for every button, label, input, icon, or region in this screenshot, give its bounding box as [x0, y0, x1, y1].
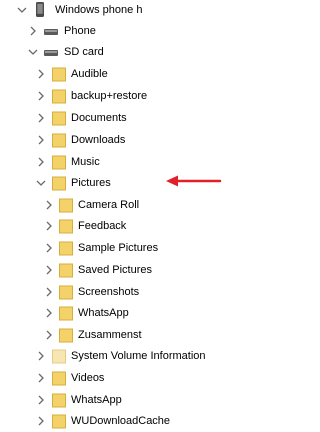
tree-item-audible[interactable]: Audible [0, 64, 242, 85]
tree-item-whatsapp-pictures[interactable]: WhatsApp [0, 303, 242, 324]
tree-item-sample-pictures[interactable]: Sample Pictures [0, 238, 242, 259]
chevron-right-icon[interactable] [44, 264, 54, 276]
tree-item-documents[interactable]: Documents [0, 108, 242, 129]
tree-item-label: Videos [71, 372, 105, 384]
folder-icon [52, 89, 66, 104]
drive-icon [44, 29, 58, 35]
tree-item-label: WhatsApp [71, 394, 122, 406]
chevron-right-icon[interactable] [28, 25, 38, 37]
tree-item-camera-roll[interactable]: Camera Roll [0, 195, 242, 216]
chevron-right-icon[interactable] [36, 372, 46, 384]
folder-icon [52, 111, 66, 126]
folder-icon [59, 198, 73, 213]
folder-icon [52, 393, 66, 408]
chevron-right-icon[interactable] [44, 286, 54, 298]
chevron-down-icon[interactable] [36, 177, 46, 189]
folder-icon [52, 414, 66, 429]
tree-item-phone[interactable]: Phone [0, 21, 242, 42]
tree-item-windows-phone[interactable]: Windows phone h [0, 0, 242, 21]
tree-item-label: Downloads [71, 134, 126, 146]
folder-icon [52, 176, 66, 191]
folder-light-icon [52, 349, 66, 364]
tree-item-label: Screenshots [78, 286, 140, 298]
tree-item-label: Sample Pictures [78, 242, 159, 254]
tree-item-label: Phone [64, 25, 96, 37]
tree-item-music[interactable]: Music [0, 152, 242, 173]
tree-item-system-volume-information[interactable]: System Volume Information [0, 346, 242, 367]
tree-item-sd-card[interactable]: SD card [0, 42, 242, 63]
folder-icon [59, 306, 73, 321]
tree-item-label: Saved Pictures [78, 264, 152, 276]
folder-icon [52, 67, 66, 82]
folder-icon [59, 263, 73, 278]
chevron-right-icon[interactable] [36, 134, 46, 146]
chevron-right-icon[interactable] [44, 329, 54, 341]
tree-item-wudownloadcache[interactable]: WUDownloadCache [0, 411, 242, 432]
tree-item-zusammenst[interactable]: Zusammenst [0, 325, 242, 346]
folder-icon [52, 371, 66, 386]
folder-icon [59, 241, 73, 256]
tree-item-saved-pictures[interactable]: Saved Pictures [0, 260, 242, 281]
tree-item-videos[interactable]: Videos [0, 368, 242, 389]
folder-icon [59, 219, 73, 234]
tree-item-label: WhatsApp [78, 307, 129, 319]
annotation-arrow-icon [166, 175, 222, 187]
folder-icon [59, 328, 73, 343]
tree-item-whatsapp[interactable]: WhatsApp [0, 390, 242, 411]
chevron-right-icon[interactable] [36, 112, 46, 124]
tree-item-label: Camera Roll [78, 199, 140, 211]
drive-icon [44, 50, 58, 56]
chevron-right-icon[interactable] [36, 156, 46, 168]
tree-item-label: Music [71, 156, 100, 168]
folder-icon [52, 155, 66, 170]
chevron-right-icon[interactable] [44, 242, 54, 254]
chevron-right-icon[interactable] [44, 220, 54, 232]
tree-item-label: System Volume Information [71, 350, 206, 362]
tree-item-feedback[interactable]: Feedback [0, 216, 242, 237]
tree-item-backup-restore[interactable]: backup+restore [0, 86, 242, 107]
tree-item-downloads[interactable]: Downloads [0, 130, 242, 151]
folder-icon [59, 285, 73, 300]
tree-item-label: Windows phone h [55, 4, 143, 16]
tree-item-screenshots[interactable]: Screenshots [0, 282, 242, 303]
chevron-down-icon[interactable] [17, 4, 27, 16]
tree-item-label: Documents [71, 112, 127, 124]
chevron-right-icon[interactable] [36, 394, 46, 406]
tree-item-label: Pictures [71, 177, 111, 189]
chevron-right-icon[interactable] [36, 68, 46, 80]
chevron-right-icon[interactable] [44, 307, 54, 319]
chevron-right-icon[interactable] [36, 415, 46, 427]
tree-item-label: Audible [71, 68, 108, 80]
tree-item-label: WUDownloadCache [71, 415, 171, 427]
phone-icon [36, 2, 44, 17]
navigation-tree: Windows phone h Phone SD card Audible ba… [0, 0, 242, 432]
tree-item-label: SD card [64, 46, 104, 58]
tree-item-label: Zusammenst [78, 329, 142, 341]
chevron-right-icon[interactable] [36, 90, 46, 102]
tree-item-label: backup+restore [71, 90, 148, 102]
chevron-right-icon[interactable] [36, 350, 46, 362]
chevron-down-icon[interactable] [28, 46, 38, 58]
tree-item-label: Feedback [78, 220, 127, 232]
chevron-right-icon[interactable] [44, 199, 54, 211]
folder-icon [52, 133, 66, 148]
